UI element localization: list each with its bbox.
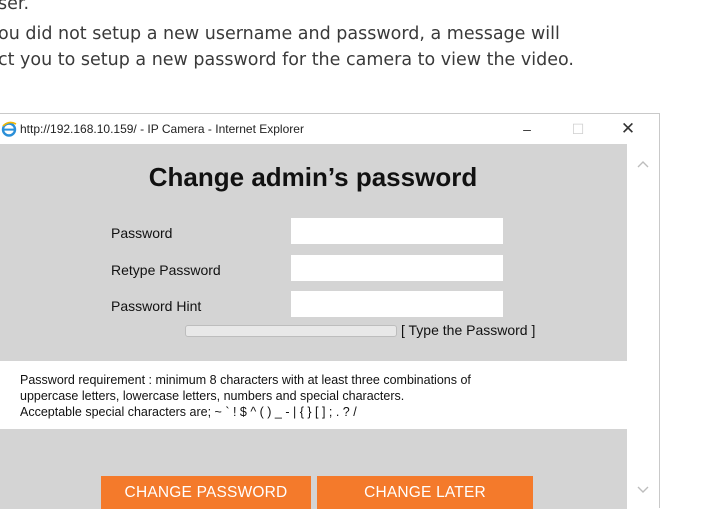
password-label: Password (111, 225, 173, 241)
requirement-line-1: Password requirement : minimum 8 charact… (20, 373, 471, 387)
requirement-line-3: Acceptable special characters are; ~ ` !… (20, 405, 357, 419)
retype-password-input[interactable] (291, 255, 503, 281)
internet-explorer-icon (1, 121, 17, 137)
maximize-button[interactable]: ☐ (557, 114, 599, 144)
instruction-line-1: ser. (0, 0, 30, 14)
password-hint-label: Password Hint (111, 298, 202, 314)
retype-password-label: Retype Password (111, 262, 221, 278)
minimize-button[interactable]: – (506, 114, 548, 144)
chevron-up-icon[interactable] (637, 158, 649, 170)
instruction-line-3: ct you to setup a new password for the c… (0, 50, 574, 70)
vertical-scrollbar[interactable] (627, 144, 659, 509)
close-button[interactable]: ✕ (607, 114, 649, 144)
title-bar[interactable]: http://192.168.10.159/ - IP Camera - Int… (0, 114, 659, 144)
change-later-button[interactable]: CHANGE LATER (317, 476, 533, 509)
requirement-line-2: uppercase letters, lowercase letters, nu… (20, 389, 405, 403)
chevron-down-icon[interactable] (637, 482, 649, 494)
window-title: http://192.168.10.159/ - IP Camera - Int… (20, 122, 304, 136)
page-title: Change admin’s password (148, 162, 478, 192)
password-strength-text: [ Type the Password ] (401, 322, 536, 338)
page-content: Change admin’s password Password Retype … (0, 144, 627, 509)
password-strength-bar (185, 325, 397, 337)
browser-window: http://192.168.10.159/ - IP Camera - Int… (0, 113, 660, 509)
change-password-button[interactable]: CHANGE PASSWORD (101, 476, 311, 509)
password-requirements: Password requirement : minimum 8 charact… (0, 361, 627, 429)
password-hint-input[interactable] (291, 291, 503, 317)
instruction-line-2: ou did not setup a new username and pass… (0, 24, 560, 44)
password-input[interactable] (291, 218, 503, 244)
